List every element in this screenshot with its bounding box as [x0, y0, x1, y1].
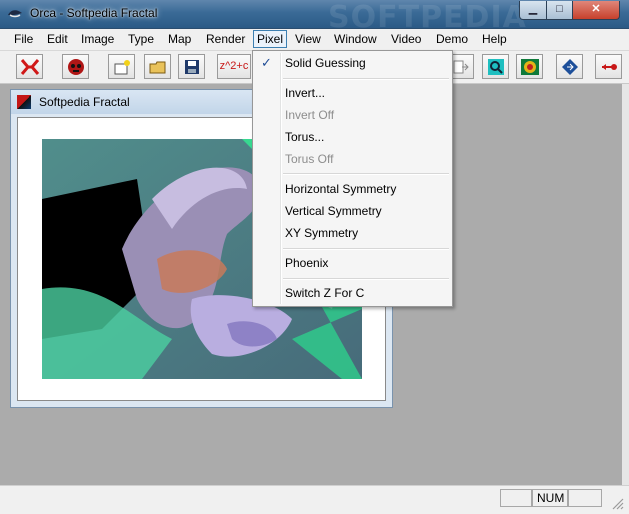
save-file-button[interactable] — [178, 54, 205, 79]
vertical-scrollbar[interactable] — [622, 84, 629, 485]
new-document-icon — [114, 60, 130, 75]
zoom-button[interactable] — [482, 54, 509, 79]
menu-item-torus[interactable]: Torus... — [285, 130, 324, 144]
open-folder-icon — [149, 61, 165, 74]
menu-item-vertical-symmetry[interactable]: Vertical Symmetry — [285, 204, 382, 218]
orca-app-icon — [8, 10, 22, 18]
status-pane-num: NUM — [532, 489, 568, 507]
mask-tool-button[interactable] — [62, 54, 89, 79]
red-mask-icon — [67, 59, 84, 75]
menu-item-torus-off: Torus Off — [285, 152, 334, 166]
maximize-button[interactable]: □ — [546, 1, 573, 20]
formula-button[interactable]: z^2+c — [217, 54, 251, 79]
new-file-button[interactable] — [108, 54, 135, 79]
menu-item-invert-off: Invert Off — [285, 108, 335, 122]
zoom-magnifier-icon — [487, 59, 504, 75]
stop-button[interactable] — [595, 54, 622, 79]
red-arrow-icon — [601, 64, 617, 70]
fractal-document-icon — [17, 95, 31, 109]
child-window-title: Softpedia Fractal — [39, 95, 130, 109]
menu-bar: File Edit Image Type Map Render Pixel Vi… — [0, 29, 629, 51]
minimize-button[interactable]: ▁ — [519, 1, 547, 20]
menu-help[interactable]: Help — [482, 32, 507, 46]
menu-file[interactable]: File — [14, 32, 33, 46]
menu-separator — [283, 78, 449, 80]
open-file-button[interactable] — [144, 54, 171, 79]
status-pane-caps — [500, 489, 532, 507]
floppy-disk-icon — [184, 60, 199, 74]
menu-edit[interactable]: Edit — [47, 32, 68, 46]
menu-type[interactable]: Type — [128, 32, 154, 46]
menu-demo[interactable]: Demo — [436, 32, 468, 46]
resize-grip-icon[interactable] — [610, 496, 624, 510]
menu-item-solid-guessing[interactable]: Solid Guessing — [285, 56, 366, 70]
palette-icon — [520, 59, 539, 75]
status-bar: NUM — [0, 485, 629, 514]
menu-separator — [283, 278, 449, 280]
close-icon: ✕ — [591, 3, 601, 15]
menu-window[interactable]: Window — [334, 32, 377, 46]
window-title: Orca - Softpedia Fractal — [30, 6, 158, 20]
title-bar[interactable]: Orca - Softpedia Fractal SOFTPEDIA ▁ □ ✕ — [0, 0, 629, 35]
menu-pixel[interactable]: Pixel — [253, 30, 288, 48]
menu-icon-gutter — [280, 53, 282, 304]
menu-video[interactable]: Video — [391, 32, 421, 46]
export-icon — [453, 60, 469, 74]
menu-item-horizontal-symmetry[interactable]: Horizontal Symmetry — [285, 182, 396, 196]
menu-item-invert[interactable]: Invert... — [285, 86, 325, 100]
palette-button[interactable] — [516, 54, 543, 79]
checkmark-icon: ✓ — [261, 55, 272, 70]
menu-item-xy-symmetry[interactable]: XY Symmetry — [285, 226, 358, 240]
menu-map[interactable]: Map — [168, 32, 191, 46]
orca-logo-icon — [20, 59, 39, 75]
menu-render[interactable]: Render — [206, 32, 245, 46]
menu-image[interactable]: Image — [81, 32, 114, 46]
menu-separator — [283, 248, 449, 250]
menu-view[interactable]: View — [295, 32, 321, 46]
menu-item-switch-z-for-c[interactable]: Switch Z For C — [285, 286, 364, 300]
menu-item-phoenix[interactable]: Phoenix — [285, 256, 328, 270]
minimize-icon: ▁ — [528, 3, 538, 15]
close-button[interactable]: ✕ — [572, 1, 620, 20]
menu-separator — [283, 173, 449, 175]
pixel-menu-dropdown: ✓ Solid Guessing Invert... Invert Off To… — [252, 50, 453, 307]
diamond-arrow-icon — [561, 59, 578, 75]
status-pane-scroll — [568, 489, 602, 507]
orca-tool-button[interactable] — [16, 54, 43, 79]
maximize-icon: □ — [556, 3, 563, 15]
render-button[interactable] — [556, 54, 583, 79]
